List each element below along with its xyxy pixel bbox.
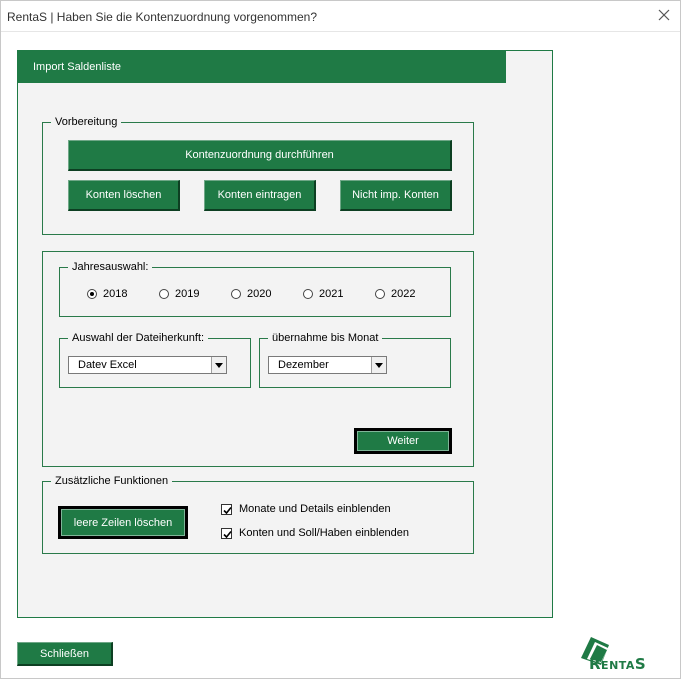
- konten-loeschen-button[interactable]: Konten löschen: [68, 180, 180, 211]
- konten-soll-haben-checkbox[interactable]: Konten und Soll/Haben einblenden: [221, 527, 409, 539]
- title-bar: RentaS | Haben Sie die Kontenzuordnung v…: [1, 1, 680, 32]
- logo-text: RentaS: [589, 655, 647, 673]
- group-vorbereitung-legend: Vorbereitung: [51, 116, 122, 128]
- checkbox-box: [221, 503, 232, 515]
- dateiherkunft-select[interactable]: Datev Excel: [68, 356, 227, 374]
- radio-indicator: [159, 289, 169, 299]
- radio-label: 2021: [319, 288, 344, 300]
- radio-label: 2022: [391, 288, 416, 300]
- radio-label: 2020: [247, 288, 272, 300]
- nicht-imp-konten-button[interactable]: Nicht imp. Konten: [340, 180, 452, 211]
- checkbox-label: Monate und Details einblenden: [239, 503, 391, 515]
- group-jahresauswahl: Jahresauswahl: 2018 2019 2020 2021 2022: [59, 261, 451, 317]
- weiter-button[interactable]: Weiter: [354, 428, 452, 454]
- dateiherkunft-value: Datev Excel: [78, 359, 137, 371]
- radio-label: 2018: [103, 288, 128, 300]
- chevron-down-icon[interactable]: [371, 357, 386, 373]
- group-vorbereitung: Vorbereitung Kontenzuordnung durchführen…: [42, 116, 474, 235]
- radio-year-2022[interactable]: 2022: [375, 288, 415, 300]
- group-dateiherkunft: Auswahl der Dateiherkunft: Datev Excel: [59, 332, 251, 388]
- konten-eintragen-button[interactable]: Konten eintragen: [204, 180, 316, 211]
- radio-indicator: [375, 289, 385, 299]
- radio-indicator: [87, 289, 97, 299]
- check-icon: [223, 506, 232, 514]
- close-button[interactable]: [652, 5, 676, 27]
- group-import-options: Jahresauswahl: 2018 2019 2020 2021 2022 …: [42, 251, 474, 467]
- dialog-window: RentaS | Haben Sie die Kontenzuordnung v…: [0, 0, 681, 679]
- main-panel: Import Saldenliste Vorbereitung Kontenzu…: [17, 50, 553, 618]
- rentas-logo: RentaS: [579, 631, 669, 676]
- radio-indicator: [303, 289, 313, 299]
- checkbox-box: [221, 527, 232, 539]
- page-title: Import Saldenliste: [18, 51, 506, 83]
- monat-legend: übernahme bis Monat: [268, 332, 383, 344]
- radio-year-2021[interactable]: 2021: [303, 288, 343, 300]
- radio-indicator: [231, 289, 241, 299]
- leere-zeilen-loeschen-button[interactable]: leere Zeilen löschen: [58, 506, 188, 539]
- close-icon: [658, 9, 670, 21]
- jahresauswahl-legend: Jahresauswahl:: [68, 261, 153, 273]
- monate-details-checkbox[interactable]: Monate und Details einblenden: [221, 503, 391, 515]
- check-icon: [223, 530, 232, 538]
- kontenzuordnung-button[interactable]: Kontenzuordnung durchführen: [68, 140, 452, 171]
- checkbox-label: Konten und Soll/Haben einblenden: [239, 527, 410, 539]
- radio-label: 2019: [175, 288, 200, 300]
- monat-value: Dezember: [278, 359, 329, 371]
- radio-year-2020[interactable]: 2020: [231, 288, 271, 300]
- group-monat: übernahme bis Monat Dezember: [259, 332, 451, 388]
- monat-select[interactable]: Dezember: [268, 356, 387, 374]
- radio-year-2019[interactable]: 2019: [159, 288, 199, 300]
- dateiherkunft-legend: Auswahl der Dateiherkunft:: [68, 332, 209, 344]
- schliessen-button[interactable]: Schließen: [17, 642, 113, 666]
- radio-year-2018[interactable]: 2018: [87, 288, 127, 300]
- zusatz-legend: Zusätzliche Funktionen: [51, 475, 173, 487]
- group-zusatz: Zusätzliche Funktionen leere Zeilen lösc…: [42, 475, 474, 554]
- chevron-down-icon[interactable]: [211, 357, 226, 373]
- window-title: RentaS | Haben Sie die Kontenzuordnung v…: [7, 10, 317, 24]
